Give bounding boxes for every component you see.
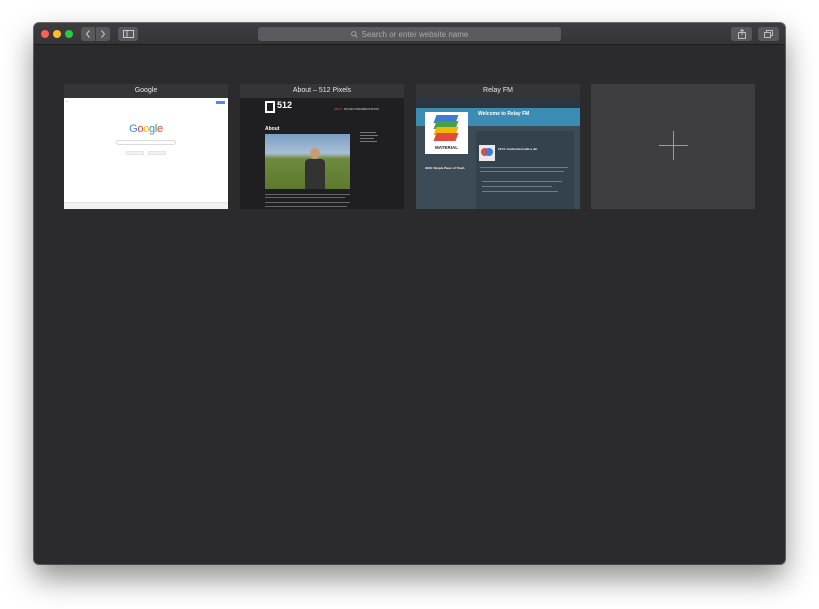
sidebar-icon [122, 30, 134, 38]
preview-heading: About [265, 126, 280, 132]
zoom-window-button[interactable] [65, 30, 73, 38]
preview-episode-title: #233: Simple Piece of Trash [425, 166, 465, 170]
preview-text-line [265, 197, 345, 198]
sidebar-button[interactable] [118, 27, 138, 41]
top-site-tile-512-pixels[interactable]: About – 512 Pixels 512 ABOUT PROJECTS ME… [240, 84, 404, 209]
preview-text-line [265, 206, 347, 207]
preview-text-line [265, 194, 350, 195]
page-preview: ▪ ▪ Google [64, 98, 228, 209]
preview-headline: Welcome to Relay FM [478, 111, 530, 117]
preview-nav-item: RSS [374, 108, 380, 111]
preview-logo: 512 [265, 100, 299, 115]
page-preview: 512 ABOUT PROJECTS MEMBERSHIP RSS About [240, 98, 404, 209]
tab-overview-icon [764, 30, 773, 38]
address-placeholder: Search or enter website name [361, 29, 469, 39]
share-button[interactable] [731, 27, 752, 41]
add-top-site-tile[interactable] [591, 84, 755, 209]
preview-button [148, 151, 166, 155]
preview-nav-item: ABOUT [334, 108, 343, 111]
preview-search-box [116, 140, 176, 145]
chevron-left-icon [85, 30, 90, 38]
minimize-window-button[interactable] [53, 30, 61, 38]
preview-button [126, 151, 144, 155]
preview-nav-item: MEMBERSHIP [357, 108, 374, 111]
tab-overview-button[interactable] [758, 27, 779, 41]
browser-window: Search or enter website name Google ▪ ▪ … [34, 23, 785, 564]
preview-footer [64, 202, 228, 209]
search-icon [350, 30, 358, 38]
top-site-tile-relay-fm[interactable]: Relay FM Welcome to Relay FM MATERIAL #2… [416, 84, 580, 209]
back-button[interactable] [81, 27, 95, 41]
preview-episode: #174: Confronted with a Jar [498, 147, 538, 151]
share-icon [737, 29, 746, 39]
preview-sidebar-text [360, 132, 378, 146]
chevron-right-icon [101, 30, 106, 38]
close-window-button[interactable] [41, 30, 49, 38]
forward-button[interactable] [96, 27, 110, 41]
page-preview: Welcome to Relay FM MATERIAL #233: Simpl… [416, 98, 580, 209]
tile-title: Google [64, 84, 228, 98]
toolbar: Search or enter website name [34, 23, 785, 45]
preview-logo: Google [129, 123, 163, 135]
preview-nav-bar [416, 98, 580, 108]
preview-text-line [265, 202, 350, 203]
preview-sign-in [216, 101, 225, 104]
preview-cover-art: MATERIAL [425, 112, 468, 154]
address-bar[interactable]: Search or enter website name [258, 27, 561, 41]
tile-title: About – 512 Pixels [240, 84, 404, 98]
preview-panel: #174: Confronted with a Jar [476, 131, 574, 209]
tile-title: Relay FM [416, 84, 580, 98]
top-site-tile-google[interactable]: Google ▪ ▪ Google [64, 84, 228, 209]
preview-nav-item: PROJECTS [344, 108, 358, 111]
preview-photo [265, 134, 350, 189]
